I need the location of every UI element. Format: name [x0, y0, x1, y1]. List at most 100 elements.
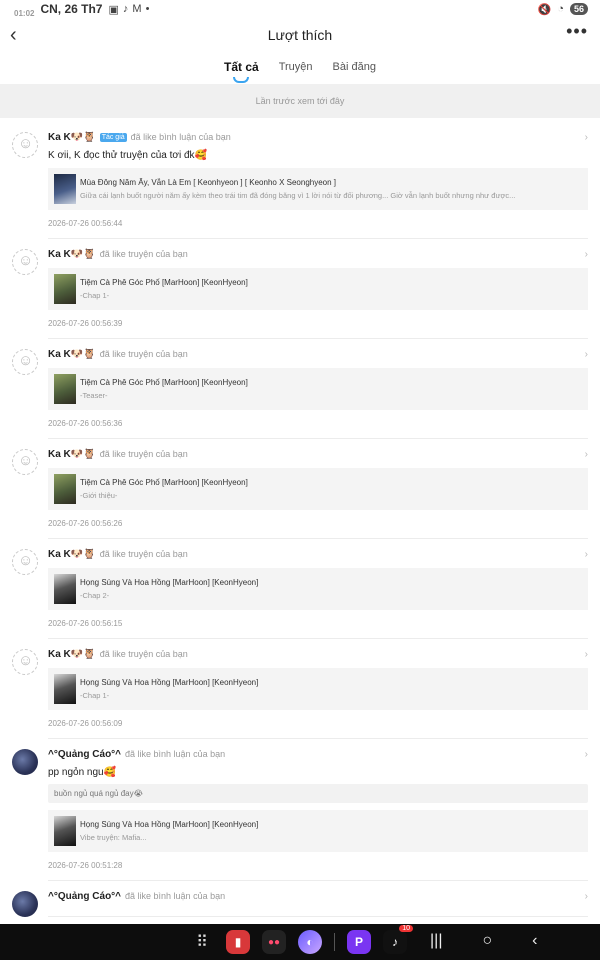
list-item[interactable]: Ka K🐶🦉 đã like truyện của bạn › Họng Sún…	[0, 639, 600, 739]
action-text: đã like bình luận của bạn	[130, 132, 231, 142]
user-name[interactable]: Ka K🐶🦉	[48, 132, 96, 143]
avatar[interactable]	[12, 549, 38, 575]
last-seen-banner: Lần trước xem tới đây	[0, 84, 600, 118]
story-cover	[54, 816, 76, 846]
chevron-right-icon[interactable]: ›	[585, 249, 588, 260]
user-name[interactable]: Ka K🐶🦉	[48, 349, 96, 360]
divider	[334, 933, 335, 951]
more-options-icon[interactable]: •••	[566, 21, 588, 42]
user-name[interactable]: Ka K🐶🦉	[48, 549, 96, 560]
timestamp: 2026-07-26 00:56:09	[48, 719, 123, 728]
story-subtitle: Giữa cái lạnh buốt người năm ấy kèm theo…	[80, 191, 516, 200]
list-item[interactable]: Ka K🐶🦉 đã like truyện của bạn › Họng Sún…	[0, 539, 600, 639]
action-text: đã like truyện của bạn	[99, 249, 188, 259]
battery-indicator: 56	[569, 3, 588, 15]
dot-icon: •	[145, 3, 150, 15]
story-card[interactable]: Tiệm Cà Phê Góc Phố [MarHoon] [KeonHyeon…	[48, 368, 588, 410]
timestamp: 2026-07-26 00:56:44	[48, 219, 123, 228]
story-cover	[54, 574, 76, 604]
avatar[interactable]	[12, 349, 38, 375]
story-card[interactable]: Họng Súng Và Hoa Hồng [MarHoon] [KeonHye…	[48, 668, 588, 710]
chevron-right-icon[interactable]: ›	[585, 891, 588, 902]
tab-all[interactable]: Tất cả	[224, 60, 259, 83]
story-subtitle: -Teaser-	[80, 391, 108, 400]
action-text: đã like bình luận của bạn	[125, 891, 226, 901]
chevron-right-icon[interactable]: ›	[585, 749, 588, 760]
user-name[interactable]: Ka K🐶🦉	[48, 249, 96, 260]
avatar[interactable]	[12, 891, 38, 917]
status-date: CN, 26 Th7	[40, 2, 103, 16]
action-text: đã like truyện của bạn	[99, 449, 188, 459]
story-title: Họng Súng Và Hoa Hồng [MarHoon] [KeonHye…	[80, 578, 259, 587]
header: ‹ Lượt thích •••	[0, 18, 600, 52]
tiktok-icon[interactable]: ♪ 10	[383, 925, 413, 954]
quoted-comment: buồn ngủ quá ngủ đay😭	[48, 784, 588, 803]
app-shortcut-icon[interactable]: ◐	[298, 930, 322, 954]
chevron-right-icon[interactable]: ›	[585, 449, 588, 460]
gmail-icon: M	[132, 3, 142, 15]
story-card[interactable]: Họng Súng Và Hoa Hồng [MarHoon] [KeonHye…	[48, 568, 588, 610]
story-title: Họng Súng Và Hoa Hồng [MarHoon] [KeonHye…	[80, 678, 259, 687]
timestamp: 2026-07-26 00:56:15	[48, 619, 123, 628]
story-cover	[54, 174, 76, 204]
avatar[interactable]	[12, 649, 38, 675]
story-title: Mùa Đông Năm Ấy, Vẫn Là Em [ Keonhyeon ]…	[80, 178, 337, 187]
app-drawer-icon[interactable]: ⠿	[190, 930, 214, 954]
page-title: Lượt thích	[267, 27, 333, 43]
comment-text: pp ngỏn ngu🥰	[48, 767, 117, 778]
story-card[interactable]: Tiệm Cà Phê Góc Phố [MarHoon] [KeonHyeon…	[48, 468, 588, 510]
list-item[interactable]: Ka K🐶🦉 Tác giả đã like bình luận của bạn…	[0, 122, 600, 239]
story-subtitle: -Chap 1-	[80, 691, 110, 700]
screenshot-icon: ▣	[108, 3, 119, 16]
app-shortcut-icon[interactable]: ●●	[262, 930, 286, 954]
notification-badge: 10	[399, 925, 413, 932]
likes-feed: Ka K🐶🦉 Tác giả đã like bình luận của bạn…	[0, 118, 600, 917]
story-subtitle: Vibe truyện: Mafia...	[80, 833, 147, 842]
chevron-right-icon[interactable]: ›	[585, 349, 588, 360]
timestamp: 2026-07-26 00:56:36	[48, 419, 123, 428]
tab-posts[interactable]: Bài đăng	[333, 61, 376, 73]
chevron-right-icon[interactable]: ›	[585, 649, 588, 660]
list-item[interactable]: Ka K🐶🦉 đã like truyện của bạn › Tiệm Cà …	[0, 439, 600, 539]
story-card[interactable]: Họng Súng Và Hoa Hồng [MarHoon] [KeonHye…	[48, 810, 588, 852]
avatar[interactable]	[12, 249, 38, 275]
avatar[interactable]	[12, 749, 38, 775]
back-nav-icon[interactable]: ‹	[532, 932, 537, 950]
active-tab-indicator	[233, 77, 250, 83]
recent-apps-icon[interactable]: |||	[430, 932, 442, 950]
story-card[interactable]: Mùa Đông Năm Ấy, Vẫn Là Em [ Keonhyeon ]…	[48, 168, 588, 210]
user-name[interactable]: Ka K🐶🦉	[48, 649, 96, 660]
chevron-right-icon[interactable]: ›	[585, 549, 588, 560]
user-name[interactable]: Ka K🐶🦉	[48, 449, 96, 460]
user-name[interactable]: ^°Quảng Cáo°^	[48, 891, 121, 902]
avatar[interactable]	[12, 449, 38, 475]
avatar[interactable]	[12, 132, 38, 158]
tab-stories[interactable]: Truyện	[279, 61, 313, 73]
action-text: đã like bình luận của bạn	[125, 749, 226, 759]
list-item[interactable]: Ka K🐶🦉 đã like truyện của bạn › Tiệm Cà …	[0, 239, 600, 339]
story-cover	[54, 674, 76, 704]
action-text: đã like truyện của bạn	[99, 649, 188, 659]
action-text: đã like truyện của bạn	[99, 549, 188, 559]
list-item[interactable]: ^°Quảng Cáo°^ đã like bình luận của bạn …	[0, 739, 600, 881]
tiktok-notif-icon: ♪	[122, 3, 129, 15]
user-name[interactable]: ^°Quảng Cáo°^	[48, 749, 121, 760]
story-cover	[54, 374, 76, 404]
action-text: đã like truyện của bạn	[99, 349, 188, 359]
tab-all-label: Tất cả	[224, 60, 259, 74]
app-shortcut-icon[interactable]: P	[347, 930, 371, 954]
story-card[interactable]: Tiệm Cà Phê Góc Phố [MarHoon] [KeonHyeon…	[48, 268, 588, 310]
story-subtitle: -Chap 2-	[80, 591, 110, 600]
status-bar: 01:02 CN, 26 Th7 ▣ ♪ M • 🔇 ◔ 56	[0, 0, 600, 18]
list-item[interactable]: Ka K🐶🦉 đã like truyện của bạn › Tiệm Cà …	[0, 339, 600, 439]
tab-bar: Tất cả Truyện Bài đăng	[0, 52, 600, 83]
app-shortcut-icon[interactable]: ▮	[226, 930, 250, 954]
chevron-right-icon[interactable]: ›	[585, 132, 588, 143]
home-icon[interactable]: ○	[482, 932, 492, 950]
back-icon[interactable]: ‹	[10, 24, 17, 47]
story-title: Tiệm Cà Phê Góc Phố [MarHoon] [KeonHyeon…	[80, 378, 248, 387]
list-item[interactable]: ^°Quảng Cáo°^ đã like bình luận của bạn …	[0, 881, 600, 917]
story-title: Tiệm Cà Phê Góc Phố [MarHoon] [KeonHyeon…	[80, 278, 248, 287]
status-time: 01:02	[14, 9, 35, 18]
wifi-icon: ◔	[557, 3, 564, 15]
